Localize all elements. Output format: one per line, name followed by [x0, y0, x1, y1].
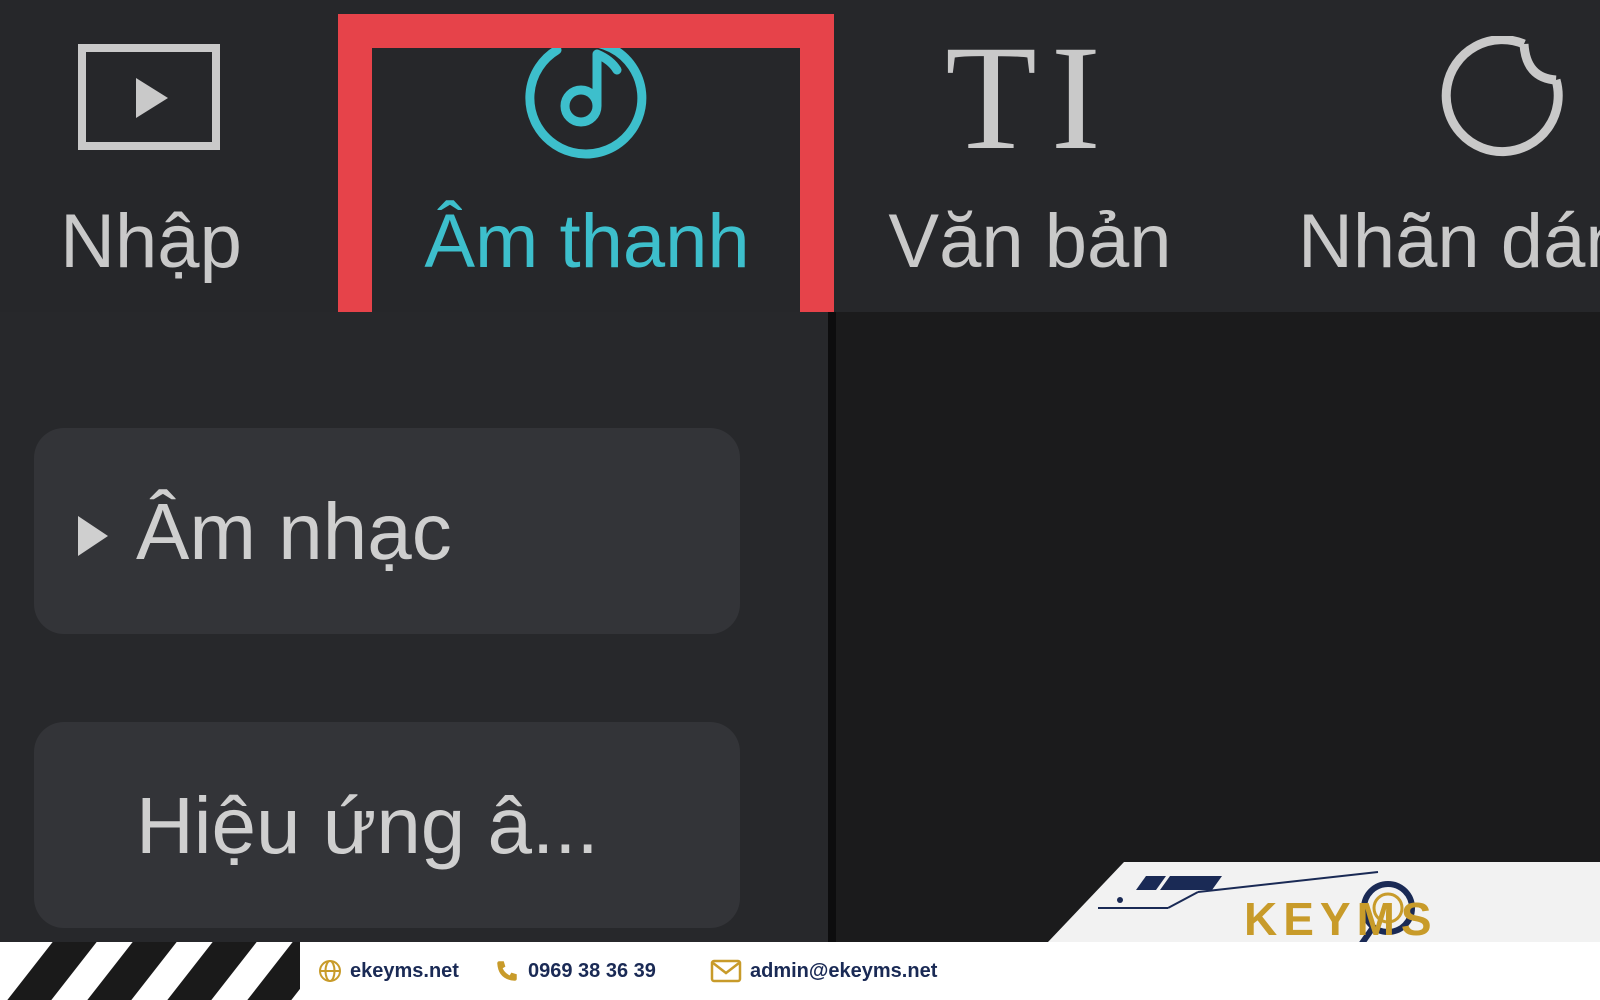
category-music[interactable]: Âm nhạc: [34, 428, 740, 634]
tab-audio[interactable]: Âm thanh: [372, 0, 802, 312]
category-music-label: Âm nhạc: [136, 487, 452, 576]
play-box-icon: [20, 38, 282, 158]
watermark-logo-text: KEYMS: [1244, 893, 1438, 945]
tab-import[interactable]: Nhập: [20, 0, 282, 312]
music-note-icon: [372, 37, 802, 159]
mail-icon: [710, 959, 742, 983]
tab-sticker[interactable]: Nhãn dán: [1270, 0, 1600, 312]
media-toolbar: Nhập Âm thanh TI Văn bản Nhãn dán: [0, 0, 1600, 312]
tab-text[interactable]: TI Văn bản: [850, 0, 1210, 312]
footer-email[interactable]: admin@ekeyms.net: [710, 948, 937, 994]
footer-website-text: ekeyms.net: [350, 959, 459, 982]
footer-email-text: admin@ekeyms.net: [750, 959, 938, 982]
footer-phone-text: 0969 38 36 39: [528, 959, 656, 982]
footer-phone[interactable]: 0969 38 36 39: [494, 948, 656, 994]
footer-stripes: [0, 942, 300, 1000]
panel-divider[interactable]: [828, 312, 836, 1000]
text-ti-icon: TI: [945, 15, 1115, 181]
category-sound-effects[interactable]: Hiệu ứng â...: [34, 722, 740, 928]
tab-audio-label: Âm thanh: [424, 199, 750, 284]
tab-text-label: Văn bản: [888, 199, 1172, 284]
expand-caret-icon[interactable]: [78, 516, 108, 556]
tab-import-label: Nhập: [60, 199, 242, 284]
footer-website[interactable]: ekeyms.net: [318, 948, 459, 994]
category-sound-effects-label: Hiệu ứng â...: [136, 781, 599, 870]
globe-icon: [319, 960, 341, 982]
tab-sticker-label: Nhãn dán: [1298, 199, 1600, 284]
phone-icon: [497, 961, 517, 981]
sticker-icon: [1270, 36, 1600, 158]
